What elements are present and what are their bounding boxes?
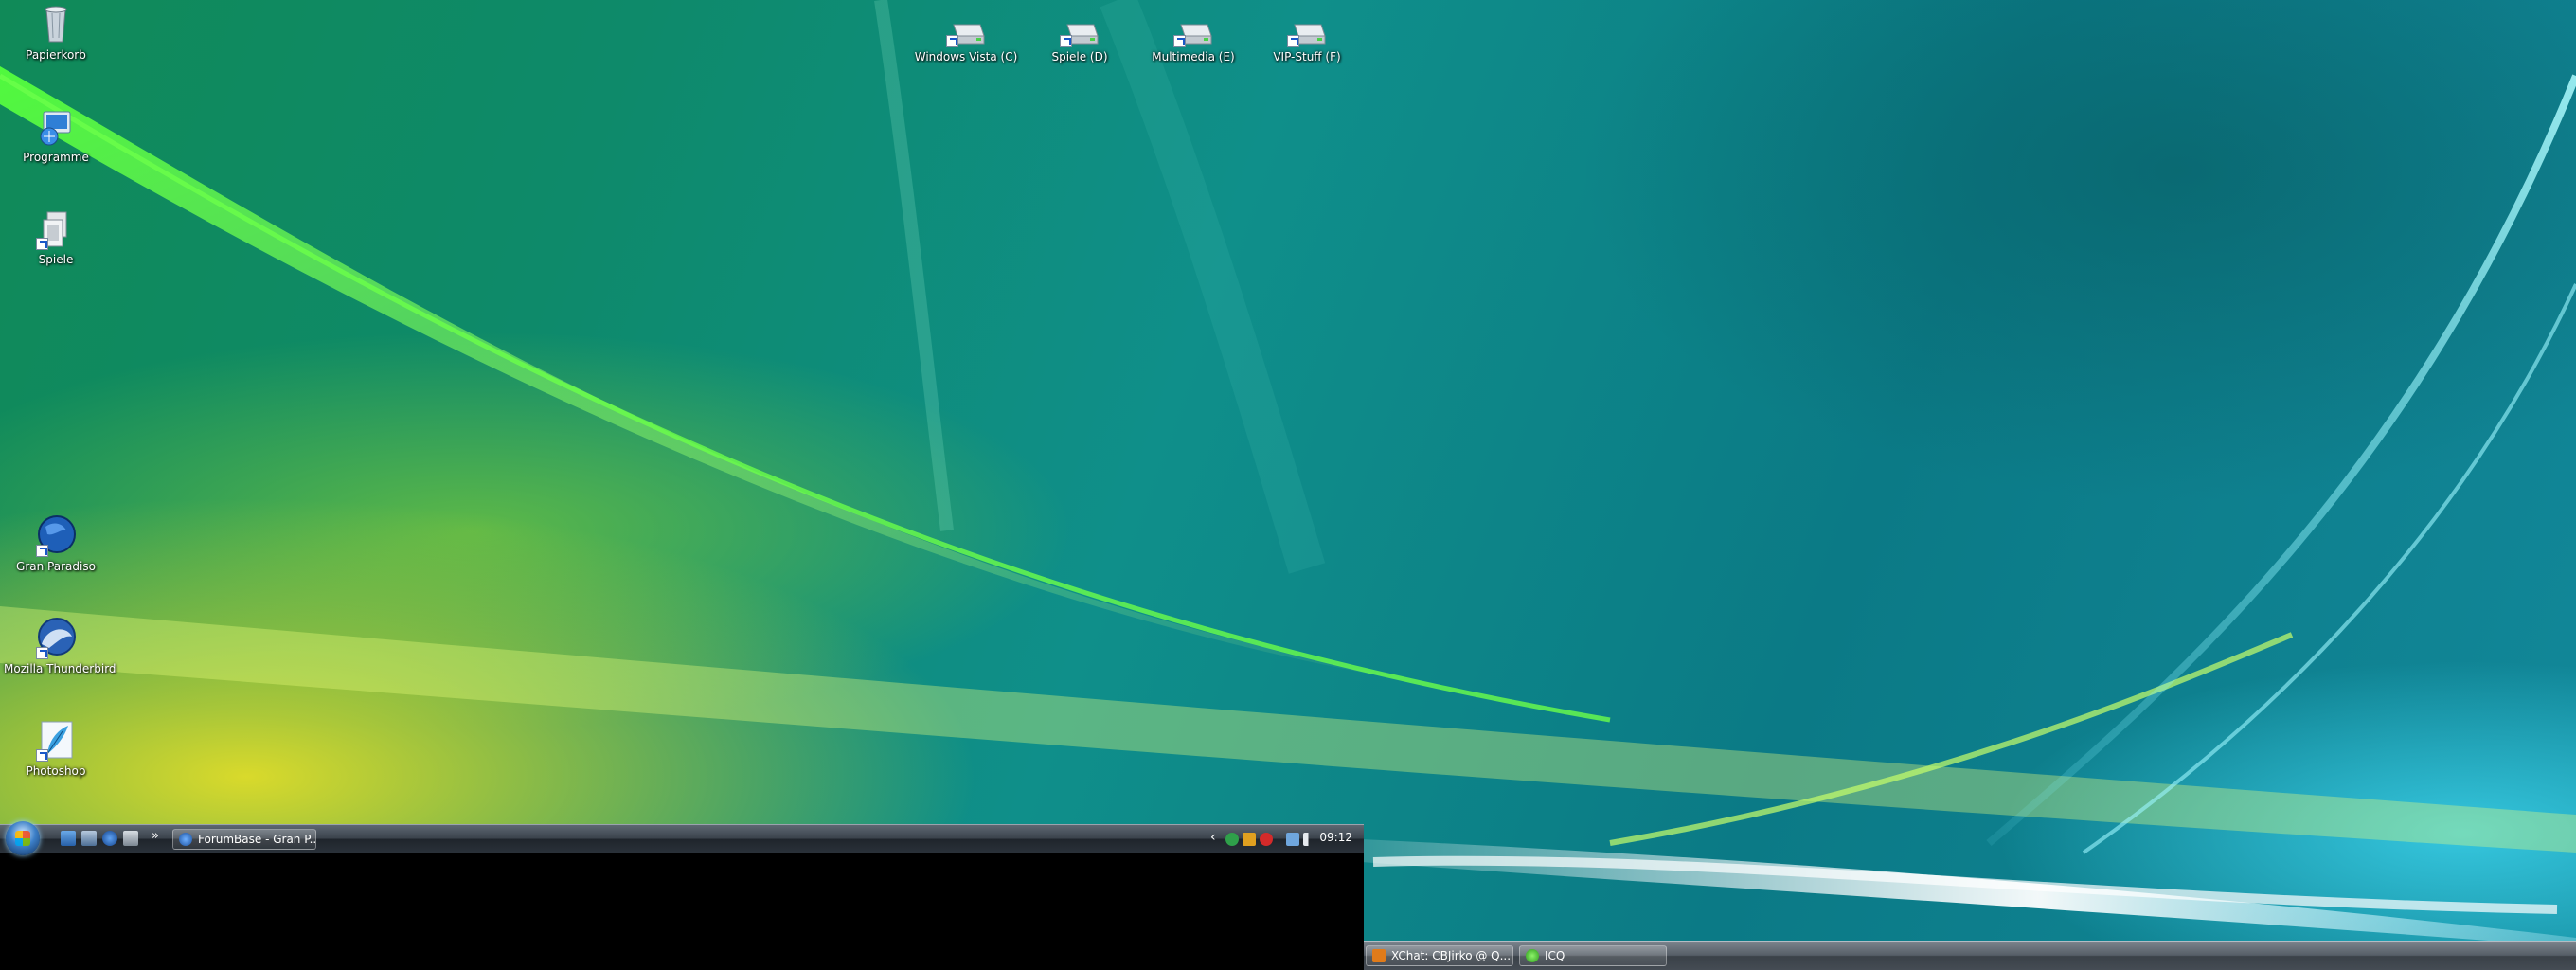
shortcut-arrow-icon (36, 647, 48, 659)
start-button[interactable] (6, 821, 40, 855)
desktop-icon-drive-c[interactable]: Windows Vista (C) (914, 17, 1018, 63)
taskbar-primary: » ForumBase - Gran P... ‹ 09:12 (0, 821, 1364, 855)
thunderbird-icon (34, 616, 78, 659)
taskbar-window-button-icq[interactable]: ICQ (1519, 945, 1667, 966)
photoshop-feather-icon (34, 718, 78, 762)
unused-screen-area (0, 853, 1364, 970)
shortcut-arrow-icon (36, 749, 48, 762)
desktop-icon-drive-f[interactable]: VIP-Stuff (F) (1255, 17, 1359, 63)
quicklaunch-overflow-button[interactable]: » (152, 829, 159, 843)
desktop-icon-games[interactable]: Spiele (4, 207, 108, 266)
drive-icon (1058, 17, 1101, 47)
tray-expand-button[interactable]: ‹ (1210, 830, 1216, 845)
desktop-icon-label: Programme (23, 151, 89, 164)
shortcut-arrow-icon (36, 545, 48, 557)
media-icon[interactable] (123, 831, 138, 846)
desktop-icon-drive-d[interactable]: Spiele (D) (1028, 17, 1132, 63)
volume-icon[interactable] (1303, 833, 1316, 846)
shortcut-arrow-icon (1060, 35, 1072, 47)
desktop-icon-label: Papierkorb (26, 48, 86, 62)
taskbar-window-label: ICQ (1545, 949, 1565, 962)
gran-paradiso-globe-icon (179, 833, 192, 846)
desktop-icon-programs[interactable]: Programme (4, 104, 108, 164)
xchat-icon (1372, 949, 1386, 962)
desktop-icon-label: VIP-Stuff (F) (1273, 50, 1341, 63)
taskbar-window-button-xchat[interactable]: XChat: CBJirko @ Q... (1366, 945, 1513, 966)
taskbar-window-button-forumbase[interactable]: ForumBase - Gran P... (172, 829, 316, 850)
programs-folder-icon (34, 104, 78, 148)
desktop-icon-drive-e[interactable]: Multimedia (E) (1141, 17, 1245, 63)
desktop-icon-label: Windows Vista (C) (914, 50, 1018, 63)
desktop-icon-thunderbird[interactable]: Mozilla Thunderbird (4, 616, 116, 675)
tray-antivirus-icon[interactable] (1260, 833, 1273, 846)
browser-globe-icon[interactable] (102, 831, 117, 846)
desktop-icon-label: Multimedia (E) (1152, 50, 1235, 63)
shortcut-arrow-icon (1173, 35, 1186, 47)
taskbar-window-label: XChat: CBJirko @ Q... (1391, 949, 1512, 962)
desktop-icon-label: Mozilla Thunderbird (4, 662, 116, 675)
shortcut-arrow-icon (946, 35, 958, 47)
desktop-icon-gran-paradiso[interactable]: Gran Paradiso (4, 513, 108, 573)
desktop-icon-recycle-bin[interactable]: Papierkorb (4, 2, 108, 62)
taskbar-secondary: XChat: CBJirko @ Q... ICQ (1364, 941, 2576, 970)
network-icon[interactable] (1286, 833, 1299, 846)
desktop-icon-label: Gran Paradiso (16, 560, 96, 573)
drive-icon (944, 17, 988, 47)
tray-xchat-icon[interactable] (1243, 833, 1256, 846)
desktop-icon-label: Spiele (38, 253, 74, 266)
tray-app-icon[interactable] (1225, 833, 1239, 846)
shortcut-arrow-icon (36, 238, 48, 250)
desktop-icon-label: Spiele (D) (1051, 50, 1108, 63)
icq-flower-icon (1526, 949, 1539, 962)
show-desktop-icon[interactable] (61, 831, 76, 846)
desktop-icon-label: Photoshop (26, 764, 86, 778)
desktop-icon-photoshop[interactable]: Photoshop (4, 718, 108, 778)
switch-windows-icon[interactable] (81, 831, 97, 846)
gran-paradiso-globe-icon (34, 513, 78, 557)
games-folder-icon (34, 207, 78, 250)
recycle-bin-icon (34, 2, 78, 45)
drive-icon (1285, 17, 1329, 47)
taskbar-window-label: ForumBase - Gran P... (198, 833, 316, 846)
clock[interactable]: 09:12 (1319, 831, 1352, 844)
shortcut-arrow-icon (1287, 35, 1299, 47)
drive-icon (1172, 17, 1215, 47)
